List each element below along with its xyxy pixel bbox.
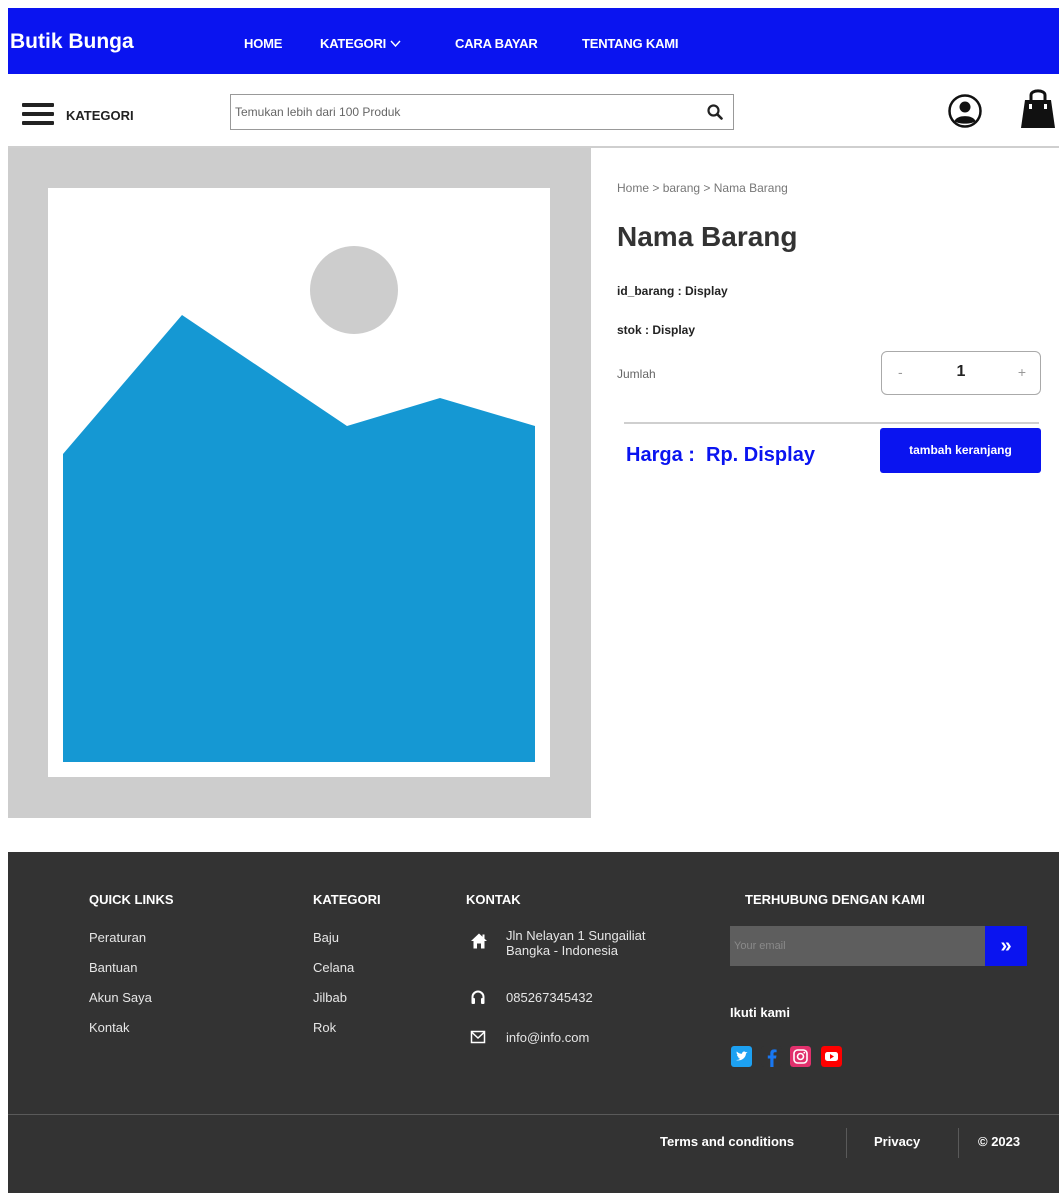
footer-divider — [8, 1114, 1059, 1115]
brand-logo[interactable]: Butik Bunga — [10, 30, 134, 54]
nav-cara-bayar[interactable]: CARA BAYAR — [455, 36, 538, 51]
search-bar-row: KATEGORI — [8, 74, 1059, 148]
chevron-down-icon — [390, 40, 401, 47]
footer-kategori-rok[interactable]: Rok — [313, 1020, 336, 1035]
menu-icon[interactable] — [22, 103, 54, 125]
image-placeholder-icon — [63, 246, 535, 762]
add-to-cart-button[interactable]: tambah keranjang — [880, 428, 1041, 473]
mail-icon — [470, 1030, 486, 1044]
follow-us-label: Ikuti kami — [730, 1005, 790, 1020]
footer-quick-links-title: QUICK LINKS — [89, 892, 174, 907]
newsletter-submit-button[interactable]: » — [985, 926, 1027, 966]
quantity-stepper: - 1 + — [881, 351, 1041, 395]
product-stock: stok : Display — [617, 323, 696, 337]
footer-separator — [846, 1128, 847, 1158]
facebook-icon[interactable] — [761, 1046, 782, 1067]
product-title: Nama Barang — [617, 221, 798, 252]
shopping-bag-icon[interactable] — [1018, 86, 1058, 132]
quantity-label: Jumlah — [617, 367, 656, 381]
footer-kontak-title: KONTAK — [466, 892, 521, 907]
newsletter-box — [730, 926, 985, 966]
breadcrumb-current: Nama Barang — [713, 181, 788, 195]
breadcrumb-barang[interactable]: barang > — [663, 181, 711, 195]
newsletter-email-input[interactable] — [730, 926, 985, 966]
kategori-menu-label[interactable]: KATEGORI — [66, 108, 134, 123]
breadcrumb: Home > barang > Nama Barang — [617, 181, 788, 195]
nav-kategori-label: KATEGORI — [320, 36, 387, 51]
footer-link-akun-saya[interactable]: Akun Saya — [89, 990, 152, 1005]
footer-kategori-celana[interactable]: Celana — [313, 960, 354, 975]
product-price: Harga : Rp. Display — [626, 444, 815, 466]
breadcrumb-home[interactable]: Home > — [617, 181, 659, 195]
headphones-icon — [471, 990, 485, 1004]
footer-kategori-title: KATEGORI — [313, 892, 381, 907]
twitter-icon[interactable] — [731, 1046, 752, 1067]
nav-home[interactable]: HOME — [244, 36, 282, 51]
nav-tentang-kami[interactable]: TENTANG KAMI — [582, 36, 678, 51]
divider — [624, 422, 1039, 424]
footer-terhubung-title: TERHUBUNG DENGAN KAMI — [745, 892, 925, 907]
product-image — [48, 188, 550, 777]
copyright-text: © 2023 — [978, 1134, 1021, 1149]
footer: QUICK LINKS Peraturan Bantuan Akun Saya … — [8, 852, 1059, 1193]
quantity-value[interactable]: 1 — [882, 363, 1040, 381]
home-icon — [471, 933, 487, 949]
increase-quantity-button[interactable]: + — [1018, 364, 1026, 380]
address-line-2: Bangka - Indonesia — [506, 943, 619, 958]
footer-link-peraturan[interactable]: Peraturan — [89, 930, 146, 945]
product-id: id_barang : Display — [617, 284, 728, 298]
nav-kategori[interactable]: KATEGORI — [320, 36, 401, 51]
terms-link[interactable]: Terms and conditions — [660, 1134, 794, 1149]
footer-link-kontak[interactable]: Kontak — [89, 1020, 129, 1035]
product-image-frame — [8, 148, 591, 818]
footer-link-bantuan[interactable]: Bantuan — [89, 960, 137, 975]
youtube-icon[interactable] — [821, 1046, 842, 1067]
user-account-icon[interactable] — [948, 94, 982, 128]
email-address[interactable]: info@info.com — [506, 1030, 589, 1045]
privacy-link[interactable]: Privacy — [874, 1134, 920, 1149]
search-input[interactable] — [231, 95, 691, 129]
top-navbar: Butik Bunga HOME KATEGORI CARA BAYAR TEN… — [8, 8, 1059, 74]
instagram-icon[interactable] — [790, 1046, 811, 1067]
search-icon[interactable] — [707, 104, 723, 120]
phone-number[interactable]: 085267345432 — [506, 990, 593, 1005]
footer-separator — [958, 1128, 959, 1158]
footer-kategori-baju[interactable]: Baju — [313, 930, 339, 945]
address-line-1: Jln Nelayan 1 Sungailiat — [506, 928, 646, 943]
footer-kategori-jilbab[interactable]: Jilbab — [313, 990, 347, 1005]
search-box — [230, 94, 734, 130]
